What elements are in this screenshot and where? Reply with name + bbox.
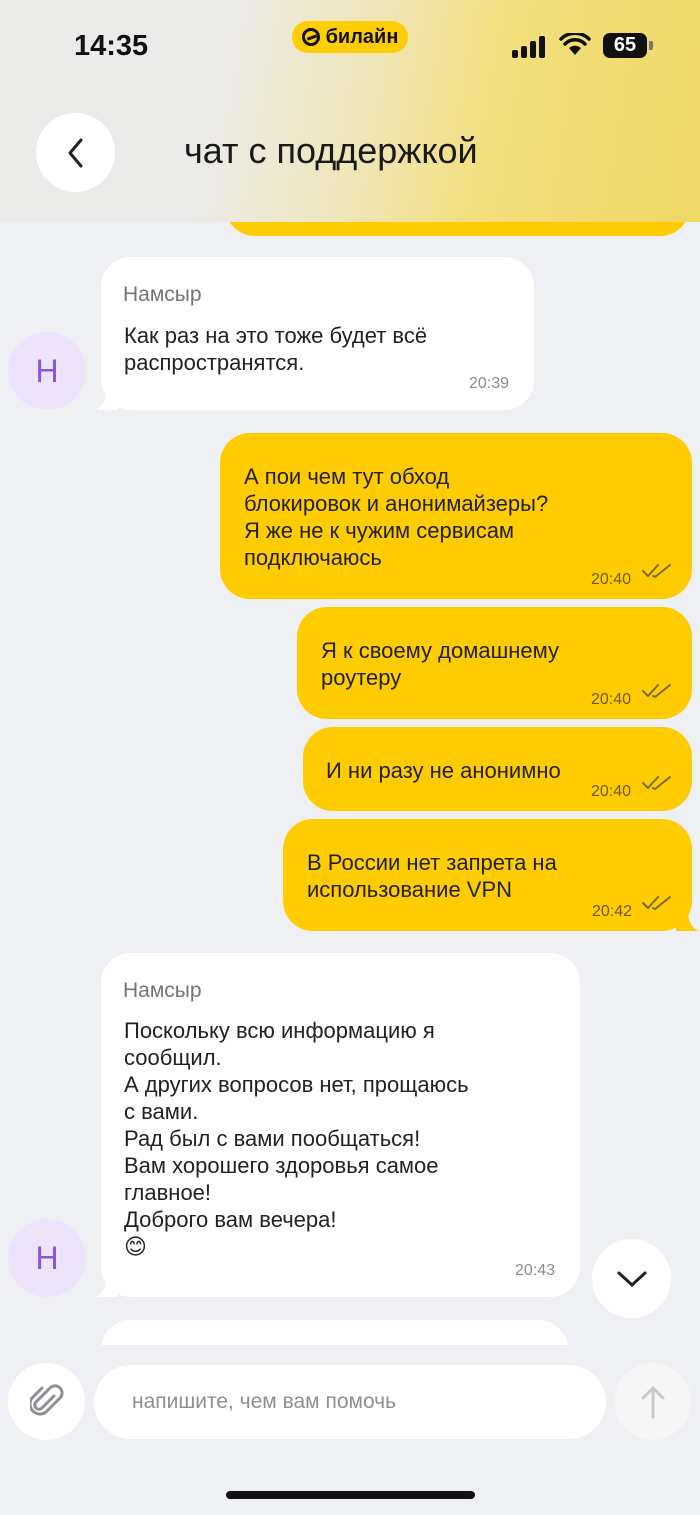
chevron-down-icon xyxy=(617,1271,646,1286)
sender-name: Намсыр xyxy=(123,283,202,306)
message-time: 20:40 xyxy=(591,571,632,588)
double-check-icon xyxy=(642,776,671,790)
message-time: 20:42 xyxy=(592,903,633,920)
bubble-tail xyxy=(96,390,118,410)
message-bubble-in: Намсыр Как раз на это тоже будет всё рас… xyxy=(101,257,534,410)
send-button[interactable] xyxy=(614,1363,691,1440)
beeline-logo-icon xyxy=(301,28,320,46)
back-button[interactable] xyxy=(36,113,115,192)
message-input[interactable] xyxy=(94,1365,606,1439)
header-bar: 14:35 билайн 65 чат с поддержкой xyxy=(0,0,700,222)
carrier-name: билайн xyxy=(325,25,399,48)
status-time: 14:35 xyxy=(74,30,149,62)
page-title: чат с поддержкой xyxy=(184,130,478,171)
message-bubble-in: Намсыр Поскольку всю информацию я сообщи… xyxy=(101,953,580,1297)
message-time: 20:39 xyxy=(469,375,510,392)
sender-name: Намсыр xyxy=(123,979,202,1002)
cellular-signal-icon xyxy=(512,34,548,58)
scroll-down-button[interactable] xyxy=(592,1239,671,1318)
carrier-badge: билайн xyxy=(292,21,408,53)
agent-avatar: Н xyxy=(8,332,86,410)
double-check-icon xyxy=(642,564,671,578)
message-text: Как раз на это тоже будет всё распростра… xyxy=(124,323,428,375)
battery-tip xyxy=(649,41,653,50)
message-text: А пои чем тут обход блокировок и анонима… xyxy=(244,464,549,570)
message-time: 20:40 xyxy=(591,783,632,800)
battery-icon: 65 xyxy=(603,33,647,58)
bubble-tail xyxy=(96,1277,118,1297)
message-text: Поскольку всю информацию я сообщил. А др… xyxy=(124,1018,469,1259)
wifi-icon xyxy=(559,33,591,55)
message-text: Я к своему домашнему роутеру xyxy=(321,638,559,690)
message-bubble-out: Я к своему домашнему роутеру 20:40 xyxy=(297,607,692,719)
message-time: 20:43 xyxy=(515,1262,556,1279)
agent-avatar: Н xyxy=(8,1219,86,1297)
attach-button[interactable] xyxy=(8,1363,85,1440)
bubble-tail xyxy=(676,911,698,931)
message-bubble-out: В России нет запрета на использование VP… xyxy=(283,819,692,931)
message-time: 20:40 xyxy=(591,691,632,708)
composer-bar xyxy=(0,1345,700,1515)
message-text: И ни разу не анонимно xyxy=(326,758,561,783)
message-bubble-out: А пои чем тут обход блокировок и анонима… xyxy=(220,433,692,599)
message-bubble-out: И ни разу не анонимно 20:40 xyxy=(303,727,692,811)
arrow-up-icon xyxy=(641,1386,664,1418)
double-check-icon xyxy=(642,896,671,910)
double-check-icon xyxy=(642,684,671,698)
home-indicator xyxy=(226,1491,475,1499)
paperclip-icon xyxy=(29,1383,64,1415)
message-bubble-in-partial xyxy=(101,1320,568,1345)
message-text: В России нет запрета на использование VP… xyxy=(307,850,557,902)
chevron-left-icon xyxy=(68,138,82,167)
